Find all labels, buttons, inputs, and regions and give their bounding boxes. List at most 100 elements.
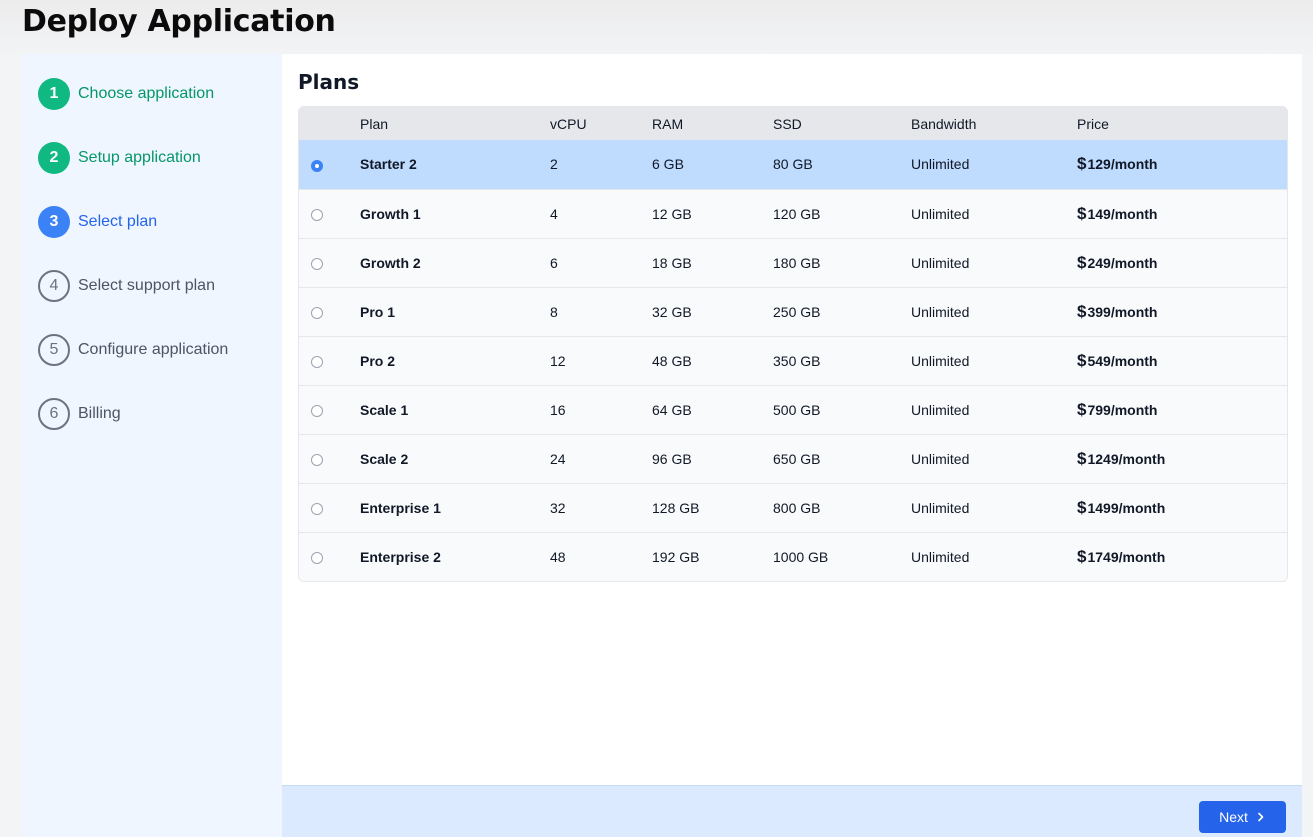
plan-bandwidth-cell: Unlimited (911, 499, 970, 516)
plan-ram-cell: 6 GB (652, 156, 684, 173)
plan-ram-cell: 18 GB (652, 254, 692, 271)
plan-ram-cell: 48 GB (652, 352, 692, 369)
plan-vcpu-cell: 6 (550, 254, 558, 271)
plans-panel: Plans Plan vCPU RAM SSD Bandwidth Price … (282, 54, 1302, 785)
step-select-support-plan[interactable]: 4 Select support plan (38, 270, 215, 302)
step-select-plan[interactable]: 3 Select plan (38, 206, 157, 238)
plan-price-value: 1749/month (1087, 548, 1166, 565)
plans-table: Plan vCPU RAM SSD Bandwidth Price Starte… (299, 107, 1287, 581)
plan-bandwidth-cell: Unlimited (911, 450, 970, 467)
plan-ram-cell: 12 GB (652, 205, 692, 222)
plan-row[interactable]: Growth 1 4 12 GB 120 GB Unlimited $149/month (299, 189, 1287, 238)
chevron-right-icon (1256, 812, 1266, 822)
currency-symbol: $ (1077, 497, 1087, 517)
plan-row[interactable]: Enterprise 2 48 192 GB 1000 GB Unlimited $174… (299, 532, 1287, 581)
plan-radio-cell[interactable] (299, 140, 360, 189)
plan-radio[interactable] (311, 306, 323, 319)
plan-price-value: 399/month (1087, 303, 1158, 320)
currency-symbol: $ (1077, 203, 1087, 223)
column-header-ssd: SSD (773, 115, 802, 132)
plan-ssd-cell: 800 GB (773, 499, 821, 516)
plans-title: Plans (298, 70, 360, 94)
plans-table-header: Plan vCPU RAM SSD Bandwidth Price (299, 107, 1287, 140)
step-choose-application[interactable]: 1 Choose application (38, 78, 214, 110)
column-header-ram: RAM (652, 115, 684, 132)
plan-radio-cell[interactable] (299, 434, 360, 483)
plan-radio[interactable] (311, 502, 323, 515)
step-billing[interactable]: 6 Billing (38, 398, 121, 430)
plan-ssd-cell: 350 GB (773, 352, 821, 369)
plan-bandwidth-cell: Unlimited (911, 548, 970, 565)
plan-price-value: 1249/month (1087, 450, 1166, 467)
currency-symbol: $ (1077, 301, 1087, 321)
page-title: Deploy Application (22, 4, 336, 39)
step-label: Choose application (78, 85, 215, 102)
plan-row[interactable]: Pro 1 8 32 GB 250 GB Unlimited $399/month (299, 287, 1287, 336)
step-configure-application[interactable]: 5 Configure application (38, 334, 228, 366)
currency-symbol: $ (1077, 546, 1087, 566)
plan-name-cell: Pro 2 (360, 352, 396, 369)
plan-radio-cell[interactable] (299, 238, 360, 287)
column-header-bandwidth: Bandwidth (911, 115, 977, 132)
plan-ram-cell: 192 GB (652, 548, 700, 565)
plan-price-value: 549/month (1087, 352, 1158, 369)
step-label: Configure application (78, 341, 229, 358)
plan-radio[interactable] (311, 355, 323, 368)
plan-bandwidth-cell: Unlimited (911, 401, 970, 418)
plan-price-cell: $1749/month (1077, 532, 1287, 581)
plan-vcpu-cell: 48 (550, 548, 566, 565)
plan-ssd-cell: 180 GB (773, 254, 821, 271)
next-button[interactable]: Next (1199, 801, 1286, 833)
plan-vcpu-cell: 8 (550, 303, 558, 320)
plan-radio[interactable] (311, 159, 323, 172)
plan-vcpu-cell: 32 (550, 499, 566, 516)
plan-radio-cell[interactable] (299, 532, 360, 581)
wizard-footer: Next (282, 785, 1302, 837)
plan-price-cell: $799/month (1077, 385, 1287, 434)
plan-radio[interactable] (311, 404, 323, 417)
plan-ssd-cell: 250 GB (773, 303, 821, 320)
plan-name-cell: Pro 1 (360, 303, 396, 320)
plan-price-cell: $149/month (1077, 189, 1287, 238)
plan-row[interactable]: Scale 1 16 64 GB 500 GB Unlimited $799/month (299, 385, 1287, 434)
plan-vcpu-cell: 16 (550, 401, 566, 418)
plan-radio-cell[interactable] (299, 336, 360, 385)
plan-radio[interactable] (311, 552, 323, 565)
column-header-plan: Plan (360, 115, 389, 132)
plan-ssd-cell: 500 GB (773, 401, 821, 418)
plan-radio-cell[interactable] (299, 189, 360, 238)
plan-radio-cell[interactable] (299, 287, 360, 336)
step-number-badge: 3 (38, 206, 70, 238)
plan-vcpu-cell: 2 (550, 156, 558, 173)
plan-ssd-cell: 650 GB (773, 450, 821, 467)
plan-row[interactable]: Pro 2 12 48 GB 350 GB Unlimited $549/month (299, 336, 1287, 385)
steps-sidebar: 1 Choose application 2 Setup application… (22, 54, 282, 837)
plan-row[interactable]: Growth 2 6 18 GB 180 GB Unlimited $249/month (299, 238, 1287, 287)
plan-radio[interactable] (311, 453, 323, 466)
plans-table-container: Plan vCPU RAM SSD Bandwidth Price Starte… (298, 106, 1288, 582)
plan-row[interactable]: Starter 2 2 6 GB 80 GB Unlimited $129/month (299, 140, 1287, 189)
plan-bandwidth-cell: Unlimited (911, 205, 970, 222)
step-label: Billing (78, 405, 121, 422)
currency-symbol: $ (1077, 252, 1087, 272)
plan-price-cell: $129/month (1077, 140, 1287, 189)
plan-ssd-cell: 80 GB (773, 156, 813, 173)
step-number-badge: 2 (38, 142, 70, 174)
plan-radio[interactable] (311, 208, 323, 221)
currency-symbol: $ (1077, 350, 1087, 370)
plan-price-cell: $549/month (1077, 336, 1287, 385)
plan-radio-cell[interactable] (299, 483, 360, 532)
plan-row[interactable]: Scale 2 24 96 GB 650 GB Unlimited $1249/month (299, 434, 1287, 483)
plan-name-cell: Enterprise 1 (360, 499, 441, 516)
next-button-label: Next (1219, 809, 1248, 825)
plan-vcpu-cell: 4 (550, 205, 558, 222)
plan-price-cell: $1249/month (1077, 434, 1287, 483)
plan-ram-cell: 128 GB (652, 499, 700, 516)
plan-radio-cell[interactable] (299, 385, 360, 434)
plan-radio[interactable] (311, 257, 323, 270)
plan-price-cell: $1499/month (1077, 483, 1287, 532)
step-setup-application[interactable]: 2 Setup application (38, 142, 201, 174)
plan-row[interactable]: Enterprise 1 32 128 GB 800 GB Unlimited $1499… (299, 483, 1287, 532)
plan-price-value: 249/month (1087, 254, 1158, 271)
plan-ram-cell: 32 GB (652, 303, 692, 320)
